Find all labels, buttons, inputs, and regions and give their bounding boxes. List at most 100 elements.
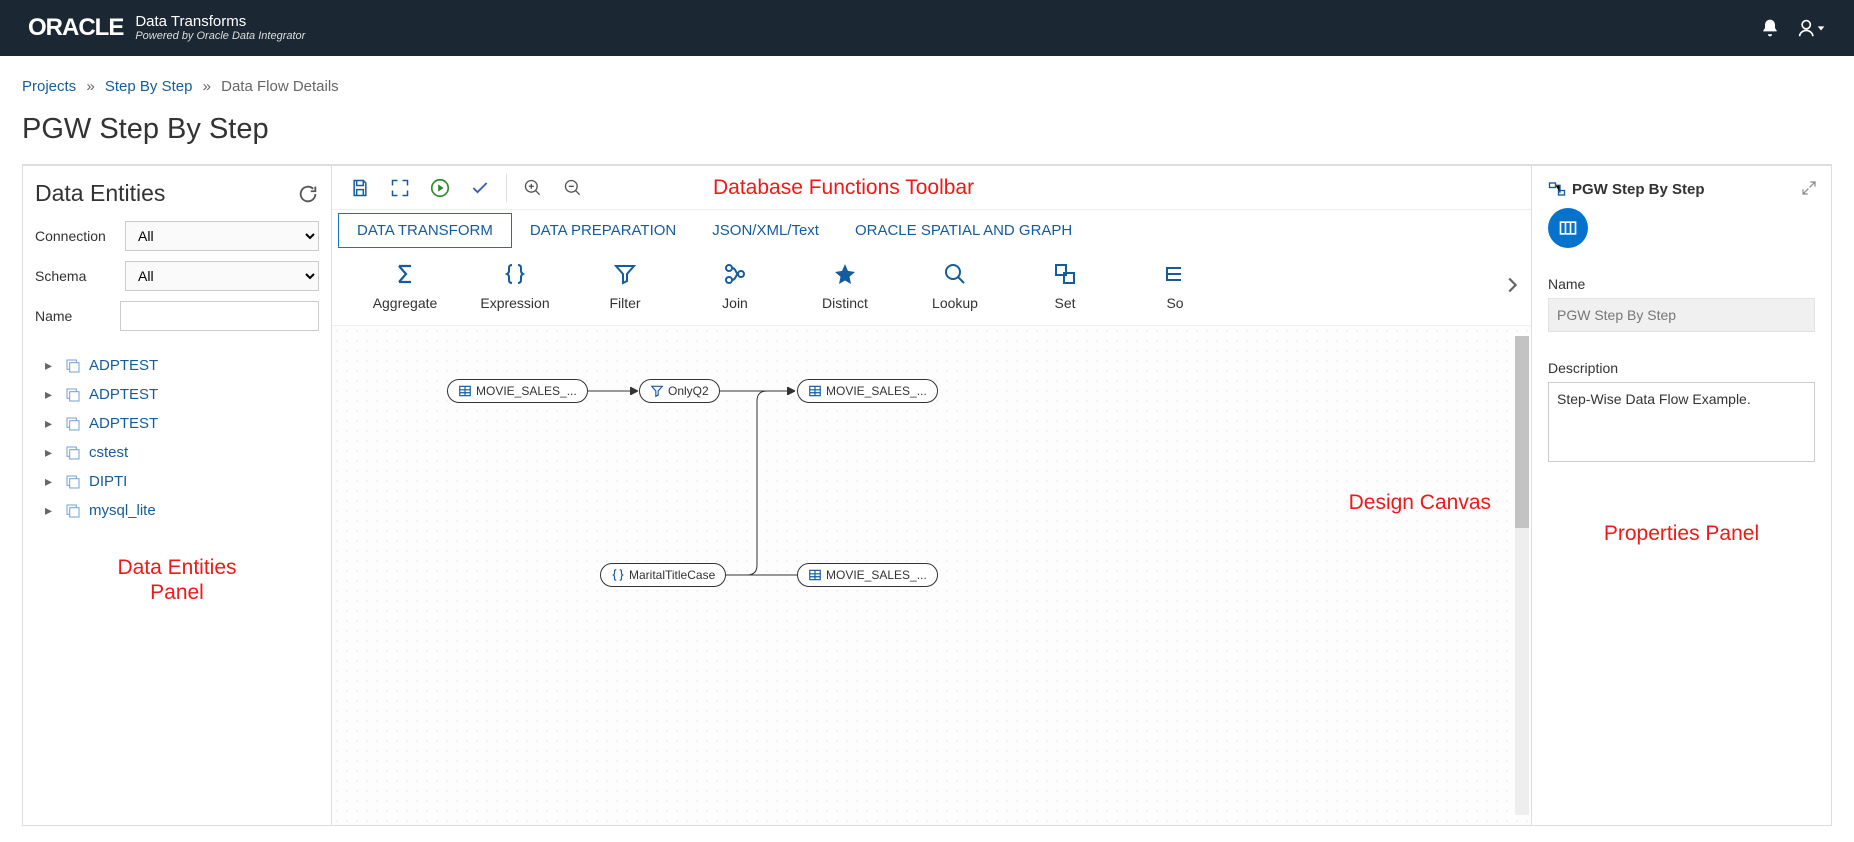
canvas-node-label: MOVIE_SALES_...	[476, 384, 577, 398]
name-input[interactable]	[120, 301, 319, 331]
tab-item[interactable]: DATA TRANSFORM	[338, 213, 512, 248]
oracle-logo: ORACLE	[28, 14, 123, 42]
chevron-right-icon: ▸	[45, 386, 57, 403]
tree-item[interactable]: ▸ cstest	[35, 438, 319, 467]
annotation-right: Properties Panel	[1548, 522, 1815, 546]
canvas-node-label: MaritalTitleCase	[629, 568, 715, 582]
dataflow-icon	[1548, 180, 1566, 198]
function-label: Expression	[460, 295, 570, 311]
braces-icon	[460, 259, 570, 289]
entity-tree: ▸ADPTEST▸ADPTEST▸ADPTEST▸cstest▸DIPTI▸my…	[35, 351, 319, 525]
annotation-canvas: Design Canvas	[1349, 491, 1491, 515]
scroll-right-icon[interactable]	[1501, 274, 1523, 296]
canvas-node-expression[interactable]: MaritalTitleCase	[600, 563, 726, 587]
breadcrumb-current: Data Flow Details	[221, 78, 339, 95]
schema-select[interactable]: All	[125, 261, 319, 291]
name-label: Name	[35, 308, 120, 324]
function-set[interactable]: Set	[1010, 259, 1120, 311]
chevron-right-icon: ▸	[45, 473, 57, 490]
list-icon	[1120, 259, 1230, 289]
schema-label: Schema	[35, 268, 125, 284]
zoom-out-icon[interactable]	[553, 168, 593, 208]
function-label: Distinct	[790, 295, 900, 311]
data-entities-panel: Data Entities Connection All Schema All …	[22, 165, 332, 826]
function-join[interactable]: Join	[680, 259, 790, 311]
branch-icon	[680, 259, 790, 289]
breadcrumb: Projects » Step By Step » Data Flow Deta…	[0, 56, 1854, 103]
tab-item[interactable]: DATA PREPARATION	[512, 214, 694, 247]
app-header: ORACLE Data Transforms Powered by Oracle…	[0, 0, 1854, 56]
schema-icon	[65, 474, 81, 490]
app-subtitle: Powered by Oracle Data Integrator	[135, 30, 305, 42]
function-label: Filter	[570, 295, 680, 311]
canvas-node-target1[interactable]: MOVIE_SALES_...	[797, 379, 938, 403]
tab-item[interactable]: JSON/XML/Text	[694, 214, 837, 247]
braces-icon	[611, 568, 625, 582]
tree-item[interactable]: ▸ ADPTEST	[35, 409, 319, 438]
schema-icon	[65, 358, 81, 374]
design-canvas[interactable]: MOVIE_SALES_... OnlyQ2 MOVIE_SALES_... M…	[332, 326, 1531, 825]
function-lookup[interactable]: Lookup	[900, 259, 1010, 311]
zoom-in-icon[interactable]	[513, 168, 553, 208]
tree-item-label: ADPTEST	[89, 415, 158, 432]
description-field-value[interactable]: Step-Wise Data Flow Example.	[1548, 382, 1815, 462]
breadcrumb-step-by-step[interactable]: Step By Step	[105, 78, 193, 95]
funnel-icon	[650, 384, 664, 398]
tree-item-label: DIPTI	[89, 473, 127, 490]
tree-item[interactable]: ▸ DIPTI	[35, 467, 319, 496]
tree-item-label: ADPTEST	[89, 386, 158, 403]
schema-icon	[65, 445, 81, 461]
description-field-label: Description	[1548, 360, 1815, 376]
schema-icon	[65, 503, 81, 519]
run-icon[interactable]	[420, 168, 460, 208]
function-category-tabs: DATA TRANSFORMDATA PREPARATIONJSON/XML/T…	[332, 210, 1531, 250]
sigma-icon	[350, 259, 460, 289]
function-sort[interactable]: So	[1120, 259, 1230, 311]
function-filter[interactable]: Filter	[570, 259, 680, 311]
fit-screen-icon[interactable]	[380, 168, 420, 208]
canvas-node-source1[interactable]: MOVIE_SALES_...	[447, 379, 588, 403]
properties-panel: PGW Step By Step Name PGW Step By Step D…	[1532, 165, 1832, 826]
tree-item-label: mysql_lite	[89, 502, 156, 519]
chevron-right-icon: ▸	[45, 415, 57, 432]
table-icon	[808, 568, 822, 582]
canvas-node-filter[interactable]: OnlyQ2	[639, 379, 720, 403]
table-icon	[458, 384, 472, 398]
function-label: So	[1120, 295, 1230, 311]
user-menu-icon[interactable]	[1798, 18, 1826, 38]
canvas-node-label: OnlyQ2	[668, 384, 709, 398]
function-expression[interactable]: Expression	[460, 259, 570, 311]
canvas-scrollbar[interactable]	[1515, 336, 1529, 815]
tree-item[interactable]: ▸ mysql_lite	[35, 496, 319, 525]
function-distinct[interactable]: Distinct	[790, 259, 900, 311]
app-title-block: Data Transforms Powered by Oracle Data I…	[135, 14, 305, 43]
funnel-icon	[570, 259, 680, 289]
expand-icon[interactable]	[1801, 180, 1817, 196]
data-entities-title: Data Entities	[35, 180, 165, 207]
breadcrumb-projects[interactable]: Projects	[22, 78, 76, 95]
function-aggregate[interactable]: Aggregate	[350, 259, 460, 311]
chevron-right-icon: ▸	[45, 444, 57, 461]
chevron-right-icon: ▸	[45, 502, 57, 519]
function-label: Lookup	[900, 295, 1010, 311]
search-icon	[900, 259, 1010, 289]
tree-item-label: cstest	[89, 444, 128, 461]
connection-select[interactable]: All	[125, 221, 319, 251]
tree-item[interactable]: ▸ADPTEST	[35, 351, 319, 380]
validate-icon[interactable]	[460, 168, 500, 208]
bell-icon[interactable]	[1760, 18, 1780, 38]
schema-icon	[65, 416, 81, 432]
canvas-node-target2[interactable]: MOVIE_SALES_...	[797, 563, 938, 587]
set-icon	[1010, 259, 1120, 289]
center-panel: Database Functions Toolbar DATA TRANSFOR…	[332, 165, 1532, 826]
refresh-icon[interactable]	[297, 183, 319, 205]
save-icon[interactable]	[340, 168, 380, 208]
tree-item[interactable]: ▸ ADPTEST	[35, 380, 319, 409]
tab-item[interactable]: ORACLE SPATIAL AND GRAPH	[837, 214, 1090, 247]
main-toolbar: Database Functions Toolbar	[332, 166, 1531, 210]
canvas-node-label: MOVIE_SALES_...	[826, 384, 927, 398]
page-title: PGW Step By Step	[0, 103, 1854, 164]
chevron-right-icon: ▸	[45, 357, 57, 374]
function-label: Aggregate	[350, 295, 460, 311]
grid-view-button[interactable]	[1548, 208, 1588, 248]
